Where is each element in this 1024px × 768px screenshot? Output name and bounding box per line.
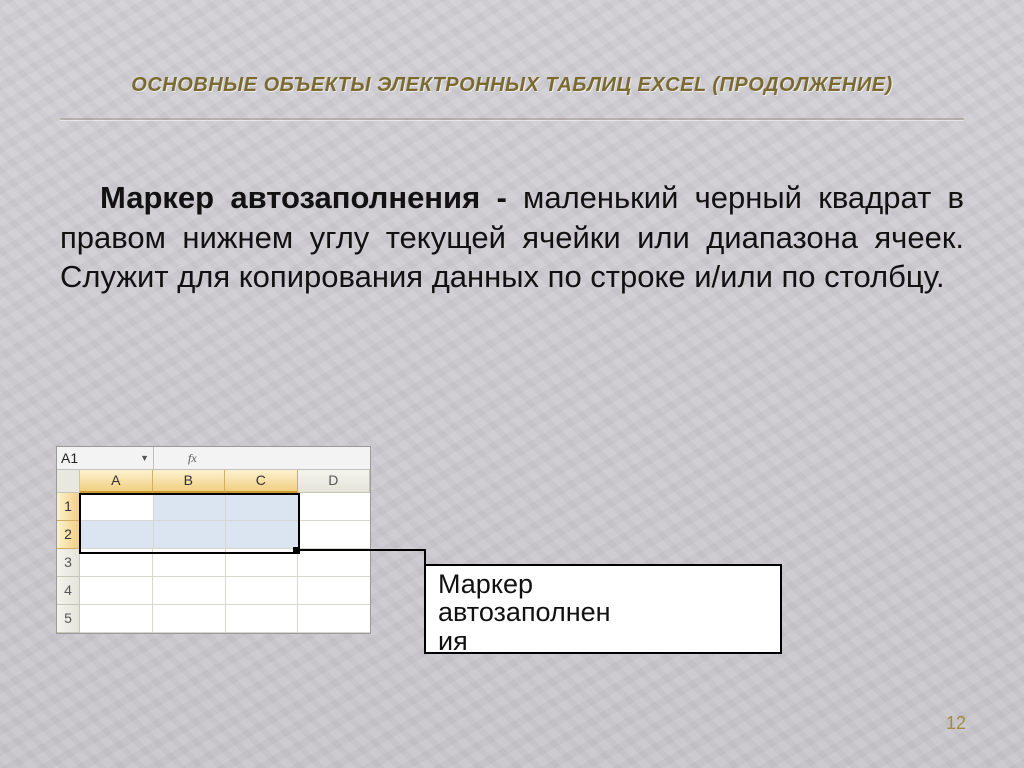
row-head-4[interactable]: 4 (57, 577, 80, 605)
row-head-2[interactable]: 2 (57, 521, 81, 549)
namebox-value: A1 (61, 450, 78, 466)
cell-c3[interactable] (226, 549, 299, 577)
cell-c1[interactable] (226, 493, 299, 521)
col-head-d[interactable]: D (298, 470, 371, 493)
term: Маркер автозаполнения - (100, 180, 523, 215)
cell-d4[interactable] (298, 577, 370, 605)
row-2: 2 (57, 521, 370, 549)
row-5: 5 (57, 605, 370, 633)
body-text: Маркер автозаполнения - маленький черный… (60, 178, 964, 297)
formula-bar[interactable]: fx (154, 447, 370, 469)
cell-b1[interactable] (154, 493, 227, 521)
cell-c2[interactable] (226, 521, 299, 549)
fx-icon: fx (188, 451, 197, 466)
row-4: 4 (57, 577, 370, 605)
select-all-corner[interactable] (57, 470, 80, 493)
namebox-row: A1 ▼ fx (57, 447, 370, 470)
cell-d1[interactable] (299, 493, 371, 521)
cell-a3[interactable] (80, 549, 153, 577)
cell-c4[interactable] (226, 577, 299, 605)
slide: ОСНОВНЫЕ ОБЪЕКТЫ ЭЛЕКТРОННЫХ ТАБЛИЦ EXCE… (0, 0, 1024, 768)
cell-d5[interactable] (298, 605, 370, 633)
name-box[interactable]: A1 ▼ (57, 447, 154, 469)
cell-b5[interactable] (153, 605, 226, 633)
callout-leader (298, 549, 426, 551)
cell-a4[interactable] (80, 577, 153, 605)
cell-b4[interactable] (153, 577, 226, 605)
row-head-3[interactable]: 3 (57, 549, 80, 577)
col-head-b[interactable]: B (153, 470, 226, 493)
cell-a5[interactable] (80, 605, 153, 633)
page-number: 12 (946, 713, 966, 734)
callout-line-2: автозаполнен (438, 597, 611, 627)
excel-snippet: A1 ▼ fx A B C D 1 2 (56, 446, 371, 634)
callout-line-1: Маркер (438, 569, 533, 599)
title-divider (60, 118, 964, 121)
callout-line-3: ия (438, 626, 468, 656)
cell-b3[interactable] (153, 549, 226, 577)
callout-box: Маркер автозаполнен ия (424, 564, 782, 654)
dropdown-icon[interactable]: ▼ (140, 453, 149, 463)
cell-c5[interactable] (226, 605, 299, 633)
column-headers: A B C D (57, 470, 370, 493)
callout-leader-2 (424, 549, 426, 565)
cell-a1[interactable] (81, 493, 154, 521)
slide-title: ОСНОВНЫЕ ОБЪЕКТЫ ЭЛЕКТРОННЫХ ТАБЛИЦ EXCE… (0, 74, 1024, 97)
row-1: 1 (57, 493, 370, 521)
col-head-a[interactable]: A (80, 470, 153, 493)
row-head-1[interactable]: 1 (57, 493, 81, 521)
cell-d3[interactable] (298, 549, 370, 577)
cell-d2[interactable] (299, 521, 371, 549)
row-head-5[interactable]: 5 (57, 605, 80, 633)
col-head-c[interactable]: C (225, 470, 298, 493)
cell-b2[interactable] (154, 521, 227, 549)
cell-a2[interactable] (81, 521, 154, 549)
row-3: 3 (57, 549, 370, 577)
